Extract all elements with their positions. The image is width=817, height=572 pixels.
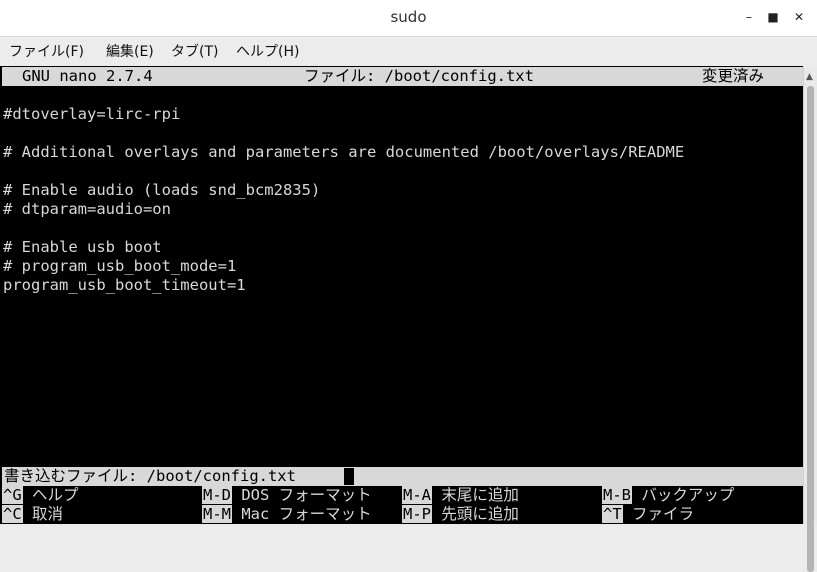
- close-icon[interactable]: ✕: [790, 8, 808, 26]
- nano-file-title: ファイル: /boot/config.txt: [304, 67, 534, 85]
- shortcut-label: バックアップ: [641, 486, 735, 504]
- scroll-up-icon[interactable]: ▲: [806, 72, 813, 82]
- editor-line: # Additional overlays and parameters are…: [3, 143, 685, 161]
- shortcut-backup[interactable]: M-B バックアップ: [602, 486, 734, 505]
- shortcut-label: ファイラ: [632, 505, 695, 523]
- terminal[interactable]: GNU nano 2.7.4 ファイル: /boot/config.txt 変更…: [0, 66, 803, 524]
- shortcut-label: 取消: [32, 505, 64, 523]
- menubar: ファイル(F) 編集(E) タブ(T) ヘルプ(H): [0, 37, 817, 65]
- editor-line: # program_usb_boot_mode=1: [3, 257, 237, 275]
- prompt-text: 書き込むファイル: /boot/config.txt: [4, 467, 296, 485]
- shortcut-browser[interactable]: ^T ファイラ: [602, 505, 694, 524]
- shortcut-label: ヘルプ: [32, 486, 79, 504]
- minimize-icon[interactable]: –: [740, 8, 758, 26]
- window-title: sudo: [390, 8, 427, 26]
- nano-version: GNU nano 2.7.4: [22, 67, 153, 85]
- editor-line: program_usb_boot_timeout=1: [3, 276, 246, 294]
- shortcut-key: ^G: [2, 486, 23, 504]
- menu-file[interactable]: ファイル(F): [9, 41, 84, 61]
- shortcut-key: M-D: [202, 486, 232, 504]
- editor-line: # dtparam=audio=on: [3, 200, 171, 218]
- shortcut-key: M-A: [402, 486, 432, 504]
- nano-modified-status: 変更済み: [702, 67, 765, 85]
- shortcut-key: M-P: [402, 505, 432, 523]
- maximize-icon[interactable]: ■: [764, 8, 782, 26]
- write-file-prompt[interactable]: 書き込むファイル: /boot/config.txt: [2, 467, 803, 486]
- shortcut-key: M-M: [202, 505, 232, 523]
- shortcut-cancel[interactable]: ^C 取消: [2, 505, 63, 524]
- shortcut-help[interactable]: ^G ヘルプ: [2, 486, 79, 505]
- shortcut-key: M-B: [602, 486, 632, 504]
- shortcut-mac-format[interactable]: M-M Mac フォーマット: [202, 505, 372, 524]
- scrollbar-thumb[interactable]: [807, 86, 814, 572]
- window-titlebar: sudo – ■ ✕: [0, 0, 817, 37]
- shortcut-dos-format[interactable]: M-D DOS フォーマット: [202, 486, 372, 505]
- shortcut-label: Mac フォーマット: [241, 505, 372, 523]
- shortcut-label: 先頭に追加: [441, 505, 519, 523]
- shortcut-key: ^C: [2, 505, 23, 523]
- menu-help[interactable]: ヘルプ(H): [236, 41, 299, 61]
- shortcut-prepend[interactable]: M-P 先頭に追加: [402, 505, 519, 524]
- menu-tab[interactable]: タブ(T): [171, 41, 218, 61]
- editor-line: #dtoverlay=lirc-rpi: [3, 105, 181, 123]
- shortcut-label: 末尾に追加: [441, 486, 519, 504]
- shortcut-key: ^T: [602, 505, 623, 523]
- shortcut-append[interactable]: M-A 末尾に追加: [402, 486, 519, 505]
- nano-header: GNU nano 2.7.4 ファイル: /boot/config.txt 変更…: [2, 67, 803, 86]
- shortcut-label: DOS フォーマット: [241, 486, 372, 504]
- editor-line: # Enable usb boot: [3, 238, 162, 256]
- menu-edit[interactable]: 編集(E): [106, 41, 154, 61]
- editor-line: # Enable audio (loads snd_bcm2835): [3, 181, 321, 199]
- vertical-scrollbar[interactable]: ▲: [803, 66, 817, 572]
- text-cursor: [344, 468, 354, 485]
